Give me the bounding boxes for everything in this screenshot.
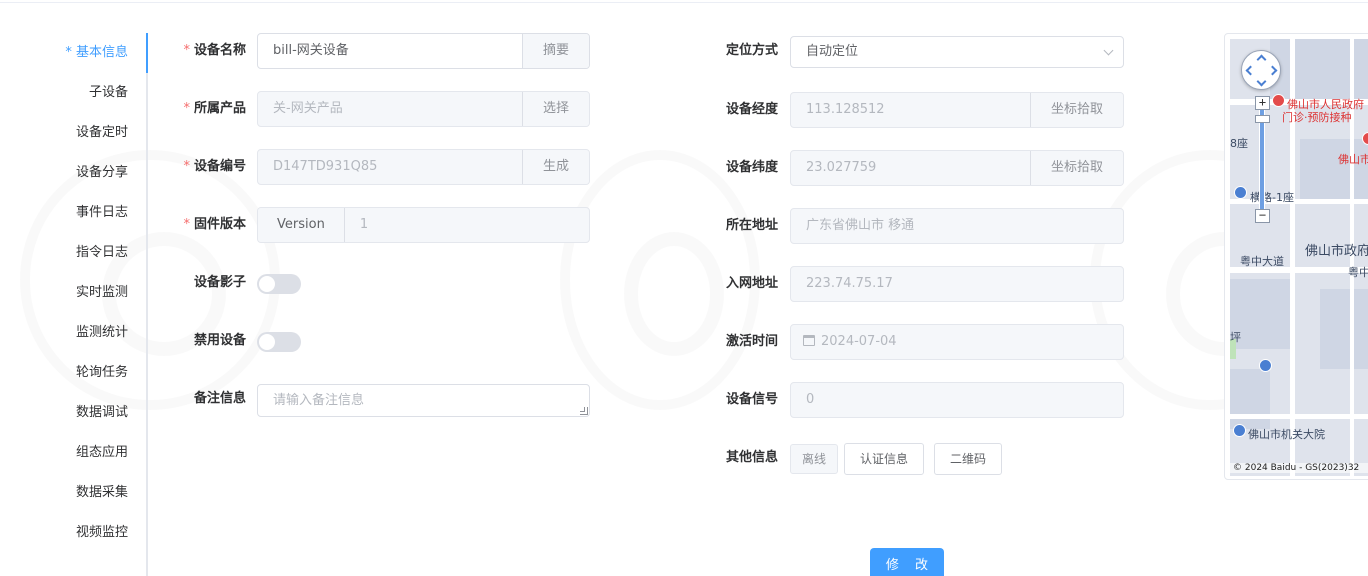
sidebar-tabs: * 基本信息 子设备 设备定时 设备分享 事件日志 指令日志 实时监测 监测统计…: [0, 33, 148, 576]
longitude-label: 设备经度: [725, 102, 778, 117]
tab-device-share[interactable]: 设备分享: [76, 153, 128, 193]
map-copyright: © 2024 Baidu - GS(2023)32: [1230, 463, 1368, 473]
tab-event-log[interactable]: 事件日志: [76, 193, 128, 233]
qrcode-button[interactable]: 二维码: [934, 443, 1003, 475]
tab-scada-app[interactable]: 组态应用: [76, 433, 128, 473]
product-label: * 所属产品: [183, 101, 246, 116]
tab-command-log[interactable]: 指令日志: [76, 233, 128, 273]
generate-serial-button[interactable]: 生成: [521, 150, 589, 184]
device-name-label: * 设备名称: [183, 43, 246, 58]
locate-label: 定位方式: [725, 43, 778, 58]
activate-time-value: 2024-07-04: [821, 334, 897, 349]
activate-time-label: 激活时间: [725, 334, 778, 349]
remark-textarea[interactable]: 请输入备注信息: [257, 384, 590, 417]
tab-video-monitor[interactable]: 视频监控: [76, 513, 128, 553]
signal-input: 0: [806, 392, 815, 407]
map-pan-control[interactable]: [1241, 50, 1281, 90]
signal-field: 0: [790, 382, 1124, 418]
tab-basic-info[interactable]: * 基本信息: [65, 33, 128, 73]
tab-data-debug[interactable]: 数据调试: [76, 393, 128, 433]
product-field: 关-网关产品 选择: [257, 91, 590, 127]
place-marker-icon[interactable]: [1259, 359, 1272, 372]
version-prefix: Version: [258, 208, 345, 242]
longitude-input: 113.128512: [806, 102, 885, 117]
address-label: 所在地址: [725, 218, 778, 233]
serial-label: * 设备编号: [183, 159, 246, 174]
latitude-input: 23.027759: [806, 160, 877, 175]
submit-modify-button[interactable]: 修 改: [870, 548, 944, 576]
zoom-in-button[interactable]: +: [1255, 96, 1270, 110]
remark-placeholder: 请输入备注信息: [273, 393, 365, 408]
building-marker-icon[interactable]: [1234, 186, 1247, 199]
address-field: 广东省佛山市 移通: [790, 208, 1124, 244]
gov-marker-icon[interactable]: [1362, 132, 1368, 145]
resize-handle[interactable]: [580, 407, 588, 415]
tab-device-timer[interactable]: 设备定时: [76, 113, 128, 153]
device-shadow-switch[interactable]: [257, 274, 301, 294]
map-label-road: 粤中大道: [1240, 255, 1284, 268]
zoom-out-button[interactable]: −: [1255, 209, 1270, 223]
pick-coordinate-button[interactable]: 坐标拾取: [1029, 93, 1123, 127]
remark-label: 备注信息: [193, 391, 246, 406]
device-name-field: bill-网关设备 摘要: [257, 33, 590, 69]
offline-status-tag: 离线: [790, 444, 839, 474]
other-info-label: 其他信息: [725, 450, 778, 465]
tab-realtime-monitor[interactable]: 实时监测: [76, 273, 128, 313]
map-label-gov2: 佛山市政府: [1305, 244, 1368, 259]
switch-knob: [259, 276, 275, 292]
serial-field: D147TD931Q85 生成: [257, 149, 590, 185]
locate-value: 自动定位: [806, 44, 859, 59]
tab-monitor-stats[interactable]: 监测统计: [76, 313, 128, 353]
tab-polling-task[interactable]: 轮询任务: [76, 353, 128, 393]
signal-label: 设备信号: [725, 392, 778, 407]
net-address-label: 入网地址: [725, 276, 778, 291]
hospital-marker-icon[interactable]: [1272, 94, 1285, 107]
chevron-down-icon: [1093, 37, 1123, 67]
map-panel: 佛山市人民政府 门诊·预防接种 佛山市 8座 横路-1座 佛山市政府 粤中大道 …: [1224, 33, 1368, 480]
disable-device-switch[interactable]: [257, 332, 301, 352]
switch-knob: [259, 334, 275, 350]
auth-info-button[interactable]: 认证信息: [844, 443, 925, 475]
latitude-field: 23.027759 坐标拾取: [790, 150, 1124, 186]
firmware-label: * 固件版本: [183, 217, 246, 232]
calendar-icon: [803, 335, 815, 346]
tab-data-collection[interactable]: 数据采集: [76, 473, 128, 513]
shadow-label: 设备影子: [193, 275, 246, 290]
map-label-clinic: 门诊·预防接种: [1282, 111, 1352, 124]
map-label-city: 佛山市: [1338, 153, 1368, 166]
tab-sub-devices[interactable]: 子设备: [89, 73, 128, 113]
summary-button[interactable]: 摘要: [521, 34, 589, 68]
device-name-input[interactable]: bill-网关设备: [258, 34, 522, 68]
disable-label: 禁用设备: [193, 333, 246, 348]
product-input: 关-网关产品: [273, 101, 343, 116]
zoom-slider-handle[interactable]: [1255, 115, 1270, 123]
serial-input: D147TD931Q85: [273, 159, 378, 174]
baidu-map[interactable]: 佛山市人民政府 门诊·预防接种 佛山市 8座 横路-1座 佛山市政府 粤中大道 …: [1230, 39, 1368, 476]
map-label-ping: 坪: [1230, 331, 1241, 344]
pick-coordinate-button[interactable]: 坐标拾取: [1029, 151, 1123, 185]
firmware-field: Version 1: [257, 207, 590, 243]
map-label-road-b: 粤中: [1348, 266, 1368, 279]
address-input: 广东省佛山市 移通: [806, 218, 915, 233]
firmware-input: 1: [359, 217, 369, 232]
longitude-field: 113.128512 坐标拾取: [790, 92, 1124, 128]
map-label-court: 佛山市机关大院: [1248, 428, 1325, 441]
active-tab-indicator: [146, 33, 148, 73]
top-divider: [0, 0, 1368, 3]
court-marker-icon[interactable]: [1233, 424, 1246, 437]
net-address-input: 223.74.75.17: [806, 276, 893, 291]
activate-time-field: 2024-07-04: [790, 324, 1124, 360]
locate-select[interactable]: 自动定位: [790, 36, 1124, 68]
net-address-field: 223.74.75.17: [790, 266, 1124, 302]
latitude-label: 设备纬度: [725, 160, 778, 175]
map-label-seat8: 8座: [1230, 137, 1248, 150]
select-product-button[interactable]: 选择: [521, 92, 589, 126]
map-label-henglu: 横路-1座: [1250, 191, 1294, 204]
